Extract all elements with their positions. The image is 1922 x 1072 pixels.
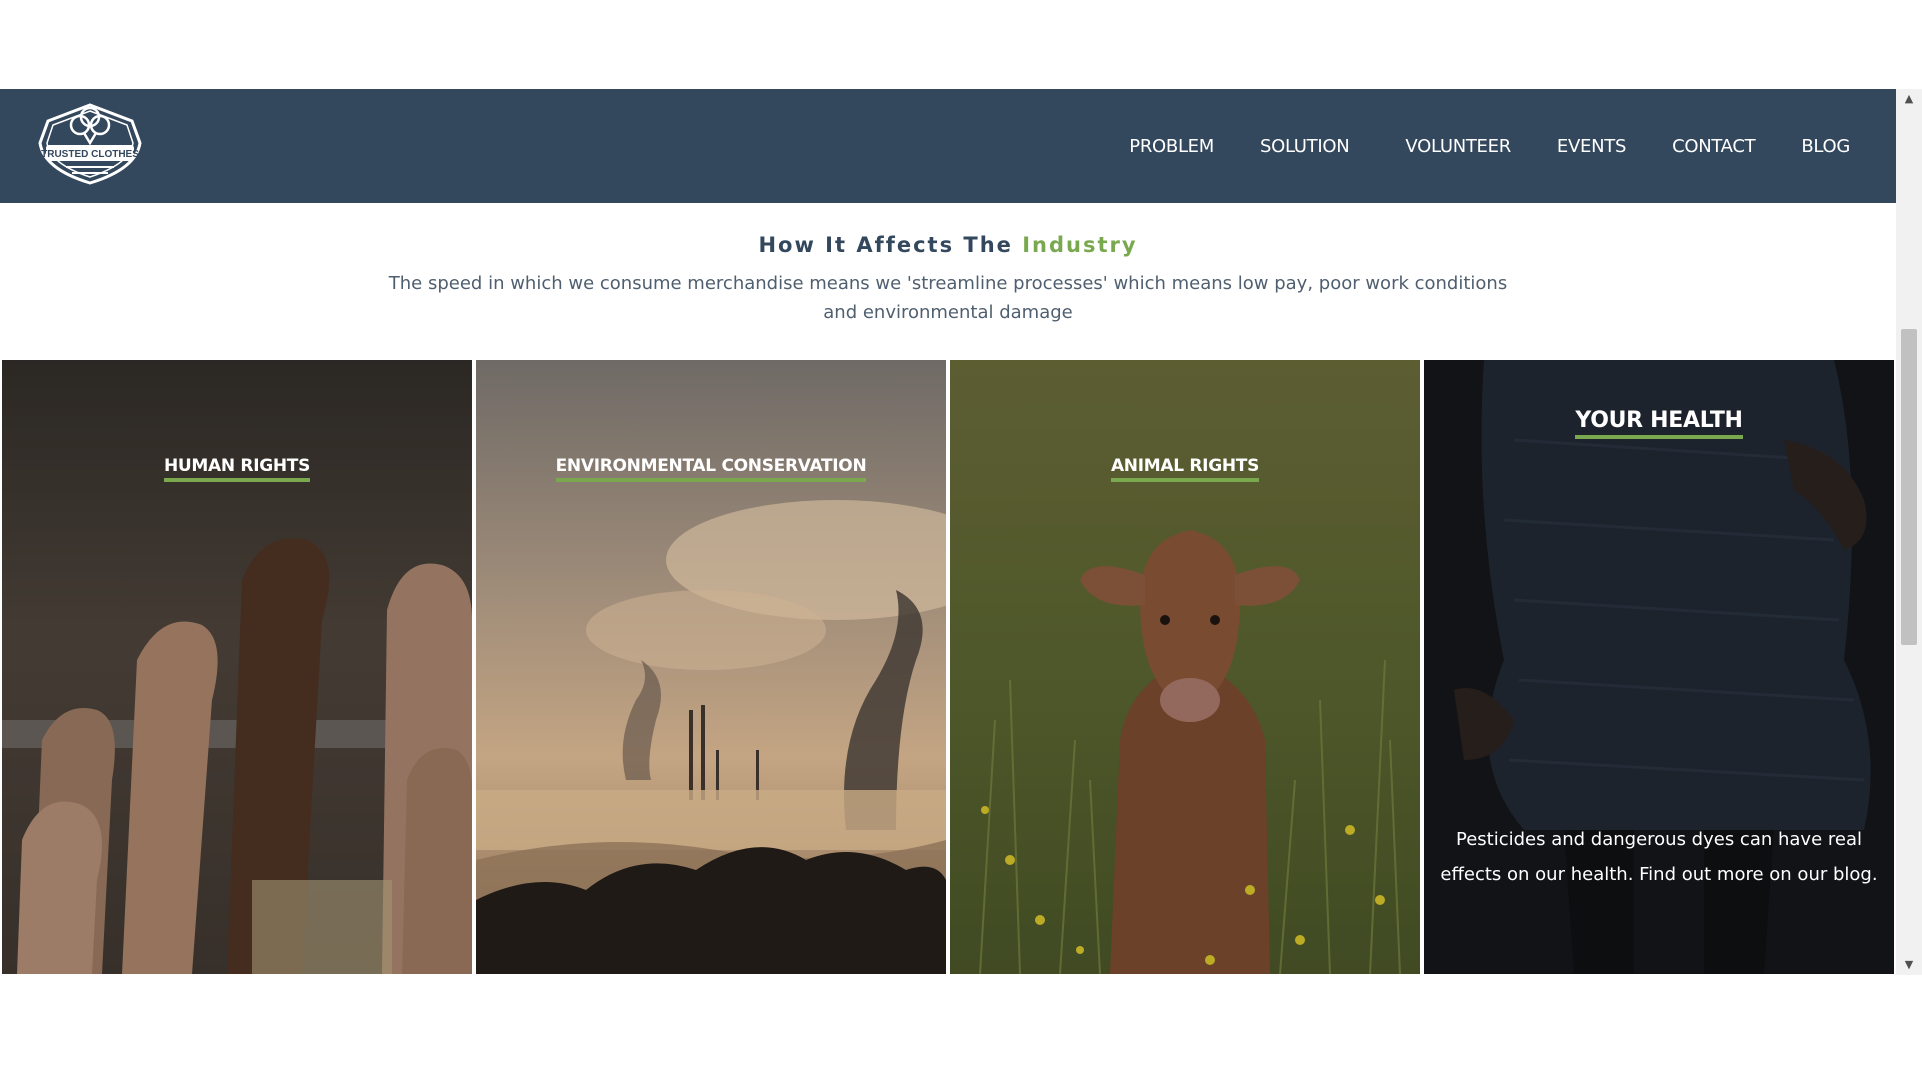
cotton-boll-logo-icon: TRUSTED CLOTHES <box>38 103 142 185</box>
panel-animal-rights[interactable]: ANIMAL RIGHTS <box>950 360 1420 974</box>
panel-title[interactable]: ANIMAL RIGHTS <box>950 456 1420 482</box>
main-nav: PROBLEM SOLUTION VOLUNTEER EVENTS CONTAC… <box>1129 89 1896 203</box>
scrollbar-thumb[interactable] <box>1901 329 1917 645</box>
panel-environmental-conservation[interactable]: ENVIRONMENTAL CONSERVATION <box>476 360 946 974</box>
svg-text:TRUSTED CLOTHES: TRUSTED CLOTHES <box>41 149 139 160</box>
nav-item-blog[interactable]: BLOG <box>1801 136 1850 157</box>
section-title-main: How It Affects The <box>758 233 1023 257</box>
section-title-accent: Industry <box>1022 233 1138 257</box>
panel-title[interactable]: ENVIRONMENTAL CONSERVATION <box>476 456 946 482</box>
vertical-scrollbar[interactable]: ▲ ▼ <box>1896 89 1922 975</box>
industrial-smoke-image <box>476 360 946 974</box>
section-description: The speed in which we consume merchandis… <box>388 273 1508 323</box>
impact-panels: HUMAN RIGHTS ENVIRONMENTAL CONSERVATION … <box>2 360 1896 974</box>
nav-item-events[interactable]: EVENTS <box>1557 136 1626 157</box>
panel-human-rights[interactable]: HUMAN RIGHTS <box>2 360 472 974</box>
raised-fists-image <box>2 360 472 974</box>
panel-title[interactable]: YOUR HEALTH <box>1424 408 1894 439</box>
calf-in-meadow-image <box>950 360 1420 974</box>
panel-your-health[interactable]: YOUR HEALTH Pesticides and dangerous dye… <box>1424 360 1894 974</box>
panel-description: Pesticides and dangerous dyes can have r… <box>1440 829 1878 885</box>
nav-item-solution[interactable]: SOLUTION <box>1260 136 1350 157</box>
site-logo[interactable]: TRUSTED CLOTHES <box>32 99 148 187</box>
panel-title[interactable]: HUMAN RIGHTS <box>2 456 472 482</box>
section-title: How It Affects The Industry <box>0 233 1896 257</box>
top-navbar: TRUSTED CLOTHES PROBLEM SOLUTION VOLUNTE… <box>0 89 1896 203</box>
nav-item-volunteer[interactable]: VOLUNTEER <box>1405 136 1511 157</box>
scroll-up-arrow-icon[interactable]: ▲ <box>1896 89 1922 109</box>
page-viewport: TRUSTED CLOTHES PROBLEM SOLUTION VOLUNTE… <box>0 89 1922 975</box>
nav-item-contact[interactable]: CONTACT <box>1672 136 1756 157</box>
nav-item-problem[interactable]: PROBLEM <box>1129 136 1214 157</box>
industry-intro: How It Affects The Industry The speed in… <box>0 203 1896 327</box>
scroll-down-arrow-icon[interactable]: ▼ <box>1896 955 1922 975</box>
